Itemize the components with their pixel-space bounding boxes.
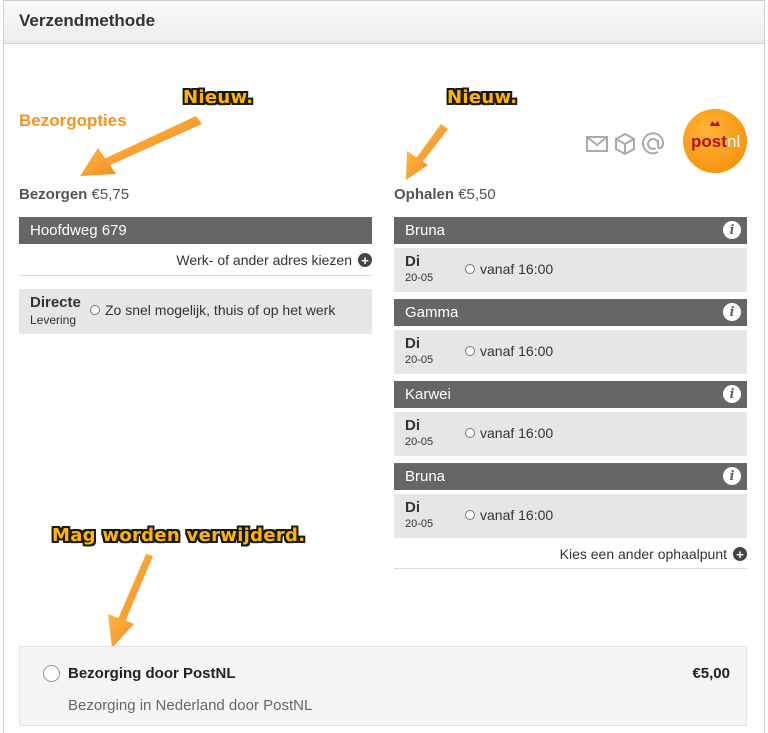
slot-time: vanaf 16:00 [480,507,554,523]
slot-time: vanaf 16:00 [480,425,554,441]
delivery-label-bold: Bezorgen [19,186,88,203]
slot-time: vanaf 16:00 [480,343,554,359]
pickup-slot[interactable]: Di 20-05 vanaf 16:00 [394,412,747,456]
change-address-label[interactable]: Werk- of ander adres kiezen [176,252,352,268]
option-subtitle: Levering [30,313,77,327]
section-title: Bezorgopties [19,111,127,130]
pickup-label: Ophalen €5,50 [394,186,496,203]
postnl-radio[interactable] [43,665,60,682]
info-icon[interactable]: i [723,467,741,485]
pickup-price: €5,50 [458,186,496,203]
store-name: Karwei [405,386,451,403]
svg-text:nl: nl [727,132,740,151]
info-icon[interactable]: i [723,385,741,403]
delivery-label: Bezorgen €5,75 [19,186,129,203]
option-text: Zo snel mogelijk, thuis of op het werk [105,302,336,318]
address-bar[interactable]: Hoofdweg 679 [19,217,372,244]
envelope-icon [586,136,608,152]
slot-radio[interactable] [465,346,475,356]
slot-date: 20-05 [405,272,434,284]
slot-time: vanaf 16:00 [480,261,554,277]
plus-icon[interactable]: + [733,547,747,561]
option-title: Directe [30,294,81,311]
package-icon [615,132,635,156]
direct-delivery-radio[interactable] [90,305,100,315]
pickup-slot[interactable]: Di 20-05 vanaf 16:00 [394,330,747,374]
change-address-link[interactable]: Werk- of ander adres kiezen + [176,252,372,268]
slot-day: Di [405,499,420,516]
other-pickup-label[interactable]: Kies een ander ophaalpunt [560,546,727,562]
divider [394,568,747,569]
info-icon[interactable]: i [723,221,741,239]
slot-option[interactable]: vanaf 16:00 [465,343,553,359]
direct-delivery-option[interactable]: Directe Levering Zo snel mogelijk, thuis… [19,289,372,334]
at-icon [642,132,665,155]
slot-day: Di [405,335,420,352]
store-name: Bruna [405,222,446,239]
annotation-removable: Mag worden verwijderd. [52,525,306,546]
plus-icon[interactable]: + [358,253,372,267]
store-bar-bruna-2: Bruna i [394,463,747,490]
postnl-option-title: Bezorging door PostNL [68,665,236,682]
postnl-delivery-option[interactable]: Bezorging door PostNL €5,00 Bezorging in… [19,646,747,726]
annotation-new-left: Nieuw. [183,87,254,108]
slot-day: Di [405,253,420,270]
info-icon[interactable]: i [723,303,741,321]
delivery-price: €5,75 [91,186,130,203]
store-name: Bruna [405,468,446,485]
service-icons [585,132,665,156]
slot-option[interactable]: vanaf 16:00 [465,261,553,277]
postnl-option-description: Bezorging in Nederland door PostNL [68,697,313,714]
postnl-option-price: €5,00 [692,665,730,682]
panel-header: Verzendmethode [4,1,764,44]
slot-day: Di [405,417,420,434]
panel-title: Verzendmethode [19,11,156,30]
slot-radio[interactable] [465,264,475,274]
slot-option[interactable]: vanaf 16:00 [465,507,553,523]
pickup-slot[interactable]: Di 20-05 vanaf 16:00 [394,494,747,538]
postnl-logo: post nl [683,109,747,173]
slot-option[interactable]: vanaf 16:00 [465,425,553,441]
direct-delivery-radio-row[interactable]: Zo snel mogelijk, thuis of op het werk [90,302,335,318]
store-name: Gamma [405,304,459,321]
svg-text:post: post [691,132,727,151]
slot-radio[interactable] [465,510,475,520]
other-pickup-link[interactable]: Kies een ander ophaalpunt + [560,546,747,562]
slot-date: 20-05 [405,518,434,530]
pickup-label-bold: Ophalen [394,186,455,203]
annotation-new-right: Nieuw. [447,87,518,108]
slot-date: 20-05 [405,436,434,448]
postnl-logo-mark: post nl [691,121,740,151]
store-bar-karwei: Karwei i [394,381,747,408]
pickup-slot[interactable]: Di 20-05 vanaf 16:00 [394,248,747,292]
slot-radio[interactable] [465,428,475,438]
slot-date: 20-05 [405,354,434,366]
store-bar-bruna: Bruna i [394,217,747,244]
divider [19,275,372,276]
store-bar-gamma: Gamma i [394,299,747,326]
